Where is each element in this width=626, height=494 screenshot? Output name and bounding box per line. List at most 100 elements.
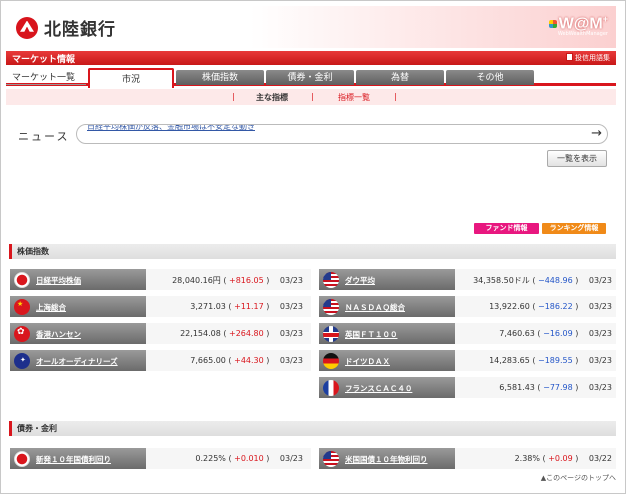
quote-value: 13,922.60 ( −186.22 ) 03/23 (489, 302, 612, 311)
glossary-label: 投信用語集 (575, 54, 610, 62)
quote-value: 7,460.63 ( −16.09 ) 03/23 (499, 329, 612, 338)
quote-name-cell[interactable]: オールオーディナリーズ (10, 350, 146, 372)
glossary-link[interactable]: 投信用語集 (566, 53, 610, 63)
australia-flag-icon (14, 353, 30, 369)
quote-name-cell[interactable]: ダウ平均 (319, 269, 455, 291)
quote-date: 03/23 (586, 356, 612, 365)
quote-name-link[interactable]: ＮＡＳＤＡＱ総合 (345, 302, 405, 313)
quote-change: −16.09 (543, 329, 573, 338)
bank-logo[interactable]: 北陸銀行 (16, 15, 116, 40)
quote-date: 03/23 (277, 276, 303, 285)
subnav-separator: | (232, 92, 235, 101)
site-header: 北陸銀行 W@M+ WebWealthManager (6, 6, 616, 48)
quote-row: フランスＣＡＣ４０ 6,581.43 ( −77.98 ) 03/23 (319, 377, 616, 399)
news-headline-link[interactable]: 日経平均株価が反落、金融市場は不安定な動き (87, 125, 255, 132)
quote-name-link[interactable]: ドイツＤＡＸ (345, 356, 390, 367)
quote-name-cell[interactable]: 米国国債１０年物利回り (319, 448, 455, 470)
wm-logo-sub: WebWealthManager (557, 31, 608, 38)
show-list-button[interactable]: 一覧を表示 (547, 150, 607, 167)
quote-row: 日経平均株価 28,040.16円 ( +816.05 ) 03/23 (10, 269, 311, 291)
bank-name: 北陸銀行 (44, 20, 116, 40)
quote-name-link[interactable]: 英国ＦＴ１００ (345, 329, 398, 340)
quote-name-link[interactable]: 米国国債１０年物利回り (345, 454, 428, 465)
quote-value: 14,283.65 ( −189.55 ) 03/23 (489, 356, 612, 365)
quote-name-link[interactable]: ダウ平均 (345, 275, 375, 286)
quote-row: 上海総合 3,271.03 ( +11.17 ) 03/23 (10, 296, 311, 318)
quote-date: 03/23 (586, 276, 612, 285)
quote-change: −186.22 (538, 302, 573, 311)
ranking-info-button[interactable]: ランキング情報 (542, 223, 606, 234)
subnav-main-indicators[interactable]: 主な指標 (256, 92, 288, 103)
arrow-right-icon[interactable]: → (591, 126, 602, 141)
tab-bond-rate[interactable]: 債券・金利 (266, 70, 354, 85)
quote-name-cell[interactable]: 上海総合 (10, 296, 146, 318)
quote-date: 03/23 (586, 329, 612, 338)
quote-change: +44.30 (234, 356, 264, 365)
subnav-index-list[interactable]: 指標一覧 (338, 92, 370, 103)
quote-date: 03/23 (277, 356, 303, 365)
tab-forex[interactable]: 為替 (356, 70, 444, 85)
quote-value: 28,040.16円 ( +816.05 ) 03/23 (172, 276, 303, 285)
quote-change: +816.05 (229, 276, 264, 285)
wm-logo-text: W@M (558, 15, 603, 33)
market-info-bar: マーケット情報 投信用語集 (6, 51, 616, 65)
news-scroll-box[interactable]: 日経平均株価が反落、金融市場は不安定な動き → (76, 124, 608, 144)
quote-date: 03/23 (586, 302, 612, 311)
quote-name-cell[interactable]: ＮＡＳＤＡＱ総合 (319, 296, 455, 318)
quote-date: 03/23 (277, 454, 303, 463)
quote-name-cell[interactable]: 香港ハンセン (10, 323, 146, 345)
quote-change: −189.55 (538, 356, 573, 365)
quote-row: ドイツＤＡＸ 14,283.65 ( −189.55 ) 03/23 (319, 350, 616, 372)
quote-value: 0.225% ( +0.010 ) 03/23 (195, 454, 303, 463)
japan-flag-icon (14, 451, 30, 467)
wm-logo-icon (548, 20, 557, 29)
quote-name-cell[interactable]: ドイツＤＡＸ (319, 350, 455, 372)
quote-change: −77.98 (543, 383, 573, 392)
quote-date: 03/23 (586, 383, 612, 392)
quote-date: 03/23 (277, 329, 303, 338)
book-icon (566, 53, 573, 61)
quote-name-link[interactable]: フランスＣＡＣ４０ (345, 383, 412, 394)
quote-row: オールオーディナリーズ 7,665.00 ( +44.30 ) 03/23 (10, 350, 311, 372)
japan-flag-icon (14, 272, 30, 288)
tab-stock-index[interactable]: 株価指数 (176, 70, 264, 85)
wm-logo-plus: + (602, 14, 608, 24)
quote-change: +0.010 (234, 454, 264, 463)
quote-row: ダウ平均 34,358.50ドル ( −448.96 ) 03/23 (319, 269, 616, 291)
quote-name-cell[interactable]: 日経平均株価 (10, 269, 146, 291)
market-info-title: マーケット情報 (12, 54, 76, 64)
quote-change: +0.09 (548, 454, 573, 463)
usa-flag-icon (323, 299, 339, 315)
hongkong-flag-icon (14, 326, 30, 342)
quote-change: −448.96 (538, 276, 573, 285)
news-ticker: ニュース 日経平均株価が反落、金融市場は不安定な動き → (14, 124, 608, 144)
quote-name-cell[interactable]: フランスＣＡＣ４０ (319, 377, 455, 399)
quote-date: 03/22 (586, 454, 612, 463)
usa-flag-icon (323, 451, 339, 467)
quote-row: 英国ＦＴ１００ 7,460.63 ( −16.09 ) 03/23 (319, 323, 616, 345)
quote-row: 米国国債１０年物利回り 2.38% ( +0.09 ) 03/22 (319, 448, 616, 470)
germany-flag-icon (323, 353, 339, 369)
quote-name-link[interactable]: 新発１０年国債利回り (36, 454, 111, 465)
quote-value: 3,271.03 ( +11.17 ) 03/23 (190, 302, 303, 311)
quote-name-cell[interactable]: 英国ＦＴ１００ (319, 323, 455, 345)
uk-flag-icon (323, 326, 339, 342)
quote-change: +11.17 (234, 302, 264, 311)
market-tabs: マーケット一覧 市況 株価指数 債券・金利 為替 その他 (6, 68, 616, 88)
quote-row: 新発１０年国債利回り 0.225% ( +0.010 ) 03/23 (10, 448, 311, 470)
page-top-link[interactable]: ▲このページのトップへ (541, 473, 616, 483)
quote-name-link[interactable]: オールオーディナリーズ (36, 356, 118, 367)
tab-market-list[interactable]: マーケット一覧 (6, 70, 86, 85)
quote-name-link[interactable]: 日経平均株価 (36, 275, 81, 286)
fund-info-button[interactable]: ファンド情報 (474, 223, 539, 234)
quote-date: 03/23 (277, 302, 303, 311)
tab-other[interactable]: その他 (446, 70, 534, 85)
quote-name-link[interactable]: 上海総合 (36, 302, 66, 313)
quote-name-link[interactable]: 香港ハンセン (36, 329, 81, 340)
hokuriku-bank-logo-icon (16, 16, 38, 39)
quote-name-cell[interactable]: 新発１０年国債利回り (10, 448, 146, 470)
subnav-separator: | (311, 92, 314, 101)
quote-row: 香港ハンセン 22,154.08 ( +264.80 ) 03/23 (10, 323, 311, 345)
quote-row: ＮＡＳＤＡＱ総合 13,922.60 ( −186.22 ) 03/23 (319, 296, 616, 318)
tab-market-conditions[interactable]: 市況 (88, 68, 174, 88)
